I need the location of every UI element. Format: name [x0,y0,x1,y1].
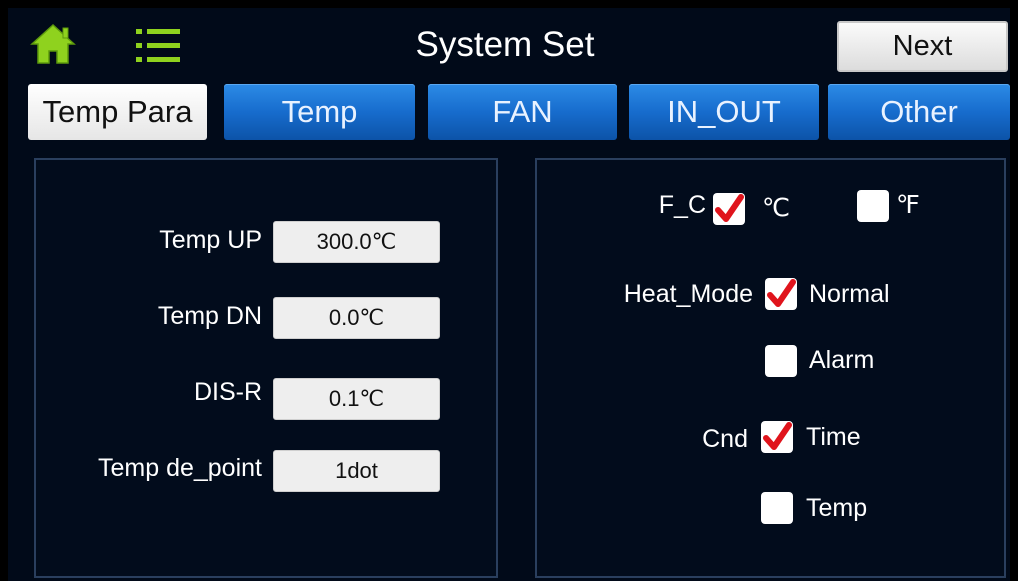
dis-r-label: DIS-R [193,378,262,406]
celsius-label: ℃ [762,194,791,222]
temp-up-field[interactable]: 300.0℃ [273,221,440,263]
next-button[interactable]: Next [837,21,1008,72]
fahrenheit-checkbox[interactable] [857,190,889,222]
home-icon[interactable] [30,22,76,66]
time-checkbox[interactable] [761,421,793,453]
normal-label: Normal [809,280,890,308]
temp-de-point-label: Temp de_point [97,454,262,482]
tab-temp-para[interactable]: Temp Para [28,84,207,140]
tab-temp[interactable]: Temp [224,84,415,140]
heat-mode-label: Heat_Mode [623,280,753,308]
normal-checkbox[interactable] [765,278,797,310]
temp-de-point-field[interactable]: 1dot [273,450,440,492]
f-c-label: F_C [658,191,706,219]
list-menu-icon[interactable] [134,26,182,66]
alarm-label: Alarm [809,346,875,374]
alarm-checkbox[interactable] [765,345,797,377]
page-title: System Set [415,25,595,64]
temp-dn-field[interactable]: 0.0℃ [273,297,440,339]
temp-dn-label: Temp DN [157,302,262,330]
temp-label: Temp [806,494,868,522]
time-label: Time [806,423,861,451]
cnd-label: Cnd [702,425,748,453]
tab-fan[interactable]: FAN [428,84,617,140]
fahrenheit-label: ℉ [896,191,920,219]
tab-other[interactable]: Other [828,84,1010,140]
tab-in-out[interactable]: IN_OUT [629,84,819,140]
dis-r-field[interactable]: 0.1℃ [273,378,440,420]
celsius-checkbox[interactable] [713,193,745,225]
temp-checkbox[interactable] [761,492,793,524]
temp-up-label: Temp UP [159,226,262,254]
